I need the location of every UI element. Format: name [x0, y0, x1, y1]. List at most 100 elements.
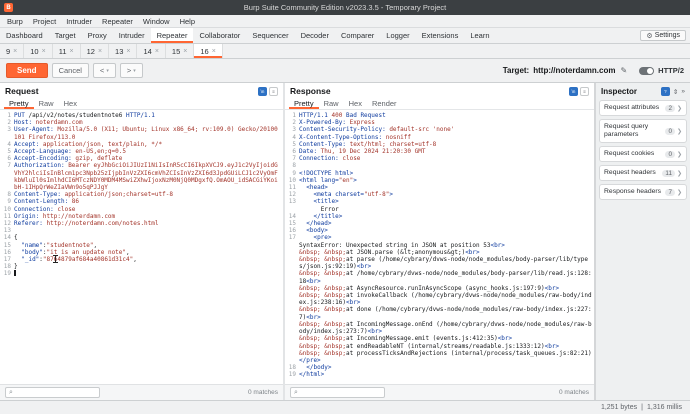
line-text[interactable]: &nbsp; &nbsp;at JSON.parse (&lt;anonymou… — [299, 249, 592, 256]
main-tab-dashboard[interactable]: Dashboard — [0, 28, 49, 43]
line-text[interactable]: X-Content-Type-Options: nosniff — [299, 134, 592, 141]
line-text[interactable]: Content-Type: text/html; charset=utf-8 — [299, 141, 592, 148]
cancel-button[interactable]: Cancel — [52, 63, 89, 78]
line-text[interactable] — [299, 162, 592, 169]
line-text[interactable]: </body> — [299, 364, 592, 371]
menu-item-repeater[interactable]: Repeater — [97, 17, 138, 26]
line-text[interactable]: &nbsp; &nbsp;at IncomingMessage.emit (ev… — [299, 335, 592, 342]
inspector-section-request-query-parameters[interactable]: Request query parameters0❯ — [599, 119, 687, 143]
main-tab-comparer[interactable]: Comparer — [335, 28, 380, 43]
main-tab-repeater[interactable]: Repeater — [151, 28, 194, 43]
line-text[interactable]: <body> — [299, 227, 592, 234]
main-tab-collaborator[interactable]: Collaborator — [193, 28, 246, 43]
main-tab-logger[interactable]: Logger — [380, 28, 415, 43]
line-text[interactable]: Content-Length: 86 — [14, 198, 281, 205]
line-text[interactable]: Host: noterdamn.com — [14, 119, 281, 126]
response-tab-render[interactable]: Render — [367, 97, 402, 109]
line-text[interactable]: <pre> — [299, 234, 592, 241]
help-icon[interactable]: ? — [661, 87, 670, 96]
settings-button[interactable]: ⚙ Settings — [640, 30, 686, 41]
line-text[interactable]: &nbsp; &nbsp;at IncomingMessage.onEnd (/… — [299, 321, 592, 335]
request-editor[interactable]: 1PUT /api/v2/notes/studentnote6 HTTP/1.1… — [0, 110, 283, 384]
line-text[interactable]: &nbsp; &nbsp;at invokeCallback (/home/cy… — [299, 292, 592, 306]
line-text[interactable]: Accept-Encoding: gzip, deflate — [14, 155, 281, 162]
line-text[interactable]: Date: Thu, 19 Dec 2024 21:20:30 GMT — [299, 148, 592, 155]
repeater-tab-13[interactable]: 13× — [109, 44, 137, 58]
text-options-icon[interactable]: ≡ — [269, 87, 278, 96]
line-text[interactable]: Accept: application/json, text/plain, */… — [14, 141, 281, 148]
line-text[interactable]: Authorization: Bearer eyJhbGciOiJIUzI1Ni… — [14, 162, 281, 191]
line-text[interactable] — [14, 227, 281, 234]
request-tab-pretty[interactable]: Pretty — [4, 97, 34, 109]
line-text[interactable]: Error — [299, 206, 592, 213]
response-tab-pretty[interactable]: Pretty — [289, 97, 319, 109]
request-tab-hex[interactable]: Hex — [59, 97, 82, 109]
main-tab-extensions[interactable]: Extensions — [416, 28, 465, 43]
line-text[interactable] — [14, 270, 281, 278]
menu-item-intruder[interactable]: Intruder — [61, 17, 97, 26]
line-text[interactable]: Accept-Language: en-US,en;q=0.5 — [14, 148, 281, 155]
line-text[interactable]: </html> — [299, 371, 592, 378]
close-tab-icon[interactable]: × — [42, 48, 46, 55]
response-tab-hex[interactable]: Hex — [344, 97, 367, 109]
line-text[interactable]: <!DOCTYPE html> — [299, 170, 592, 177]
close-tab-icon[interactable]: × — [212, 48, 216, 55]
repeater-tab-9[interactable]: 9× — [0, 44, 24, 58]
request-search-field[interactable]: ⌕ — [5, 387, 100, 398]
menu-item-help[interactable]: Help — [175, 17, 200, 26]
send-button[interactable]: Send — [6, 63, 48, 78]
line-text[interactable]: { — [14, 234, 281, 241]
line-text[interactable]: <meta charset="utf-8"> — [299, 191, 592, 198]
close-tab-icon[interactable]: × — [183, 48, 187, 55]
line-text[interactable]: Connection: close — [299, 155, 592, 162]
line-text[interactable]: &nbsp; &nbsp;at endReadableNT (internal/… — [299, 343, 592, 350]
inspector-section-request-headers[interactable]: Request headers11❯ — [599, 165, 687, 181]
line-text[interactable]: Content-Security-Policy: default-src 'no… — [299, 126, 592, 133]
response-viewer[interactable]: 1HTTP/1.1 400 Bad Request2X-Powered-By: … — [285, 110, 594, 384]
line-text[interactable]: User-Agent: Mozilla/5.0 (X11; Ubuntu; Li… — [14, 126, 281, 140]
line-text[interactable]: <html lang="en"> — [299, 177, 592, 184]
menu-item-window[interactable]: Window — [138, 17, 175, 26]
line-text[interactable]: PUT /api/v2/notes/studentnote6 HTTP/1.1 — [14, 112, 281, 119]
line-text[interactable]: X-Powered-By: Express — [299, 119, 592, 126]
request-search-input[interactable] — [15, 388, 96, 397]
main-tab-target[interactable]: Target — [49, 28, 82, 43]
nonprintable-toggle-icon[interactable]: \n — [569, 87, 578, 96]
response-search-input[interactable] — [300, 388, 381, 397]
main-tab-intruder[interactable]: Intruder — [113, 28, 151, 43]
repeater-tab-11[interactable]: 11× — [53, 44, 81, 58]
line-text[interactable]: Origin: http://noterdamn.com — [14, 213, 281, 220]
line-text[interactable]: Referer: http://noterdamn.com/notes.html — [14, 220, 281, 227]
text-options-icon[interactable]: ≡ — [580, 87, 589, 96]
main-tab-proxy[interactable]: Proxy — [82, 28, 113, 43]
inspector-section-request-cookies[interactable]: Request cookies0❯ — [599, 146, 687, 162]
close-tab-icon[interactable]: × — [126, 48, 130, 55]
menu-item-burp[interactable]: Burp — [2, 17, 28, 26]
inspector-section-request-attributes[interactable]: Request attributes2❯ — [599, 100, 687, 116]
request-tab-raw[interactable]: Raw — [34, 97, 59, 109]
repeater-tab-15[interactable]: 15× — [166, 44, 194, 58]
menu-item-project[interactable]: Project — [28, 17, 61, 26]
main-tab-sequencer[interactable]: Sequencer — [246, 28, 294, 43]
line-text[interactable]: </title> — [299, 213, 592, 220]
line-text[interactable]: HTTP/1.1 400 Bad Request — [299, 112, 592, 119]
line-text[interactable]: &nbsp; &nbsp;at done (/home/cybrary/dvws… — [299, 306, 592, 320]
main-tab-learn[interactable]: Learn — [464, 28, 495, 43]
expand-icon[interactable]: ⇕ — [673, 88, 678, 96]
collapse-icon[interactable]: » — [681, 88, 685, 95]
line-text[interactable]: &nbsp; &nbsp;at AsyncResource.runInAsync… — [299, 285, 592, 292]
repeater-tab-14[interactable]: 14× — [137, 44, 165, 58]
repeater-tab-10[interactable]: 10× — [24, 44, 52, 58]
edit-target-icon[interactable]: ✎ — [620, 66, 627, 75]
line-text[interactable]: <head> — [299, 184, 592, 191]
close-tab-icon[interactable]: × — [13, 48, 17, 55]
line-text[interactable]: &nbsp; &nbsp;at processTicksAndRejection… — [299, 350, 592, 357]
line-text[interactable]: &nbsp; &nbsp;at /home/cybrary/dvws-node/… — [299, 270, 592, 284]
repeater-tab-12[interactable]: 12× — [81, 44, 109, 58]
line-text[interactable]: Connection: close — [14, 206, 281, 213]
line-text[interactable]: SyntaxError: Unexpected string in JSON a… — [299, 242, 592, 249]
repeater-tab-16[interactable]: 16× — [194, 44, 222, 58]
nonprintable-toggle-icon[interactable]: \n — [258, 87, 267, 96]
history-forward-button[interactable]: > ▾ — [120, 63, 143, 78]
http2-toggle[interactable] — [639, 67, 654, 75]
